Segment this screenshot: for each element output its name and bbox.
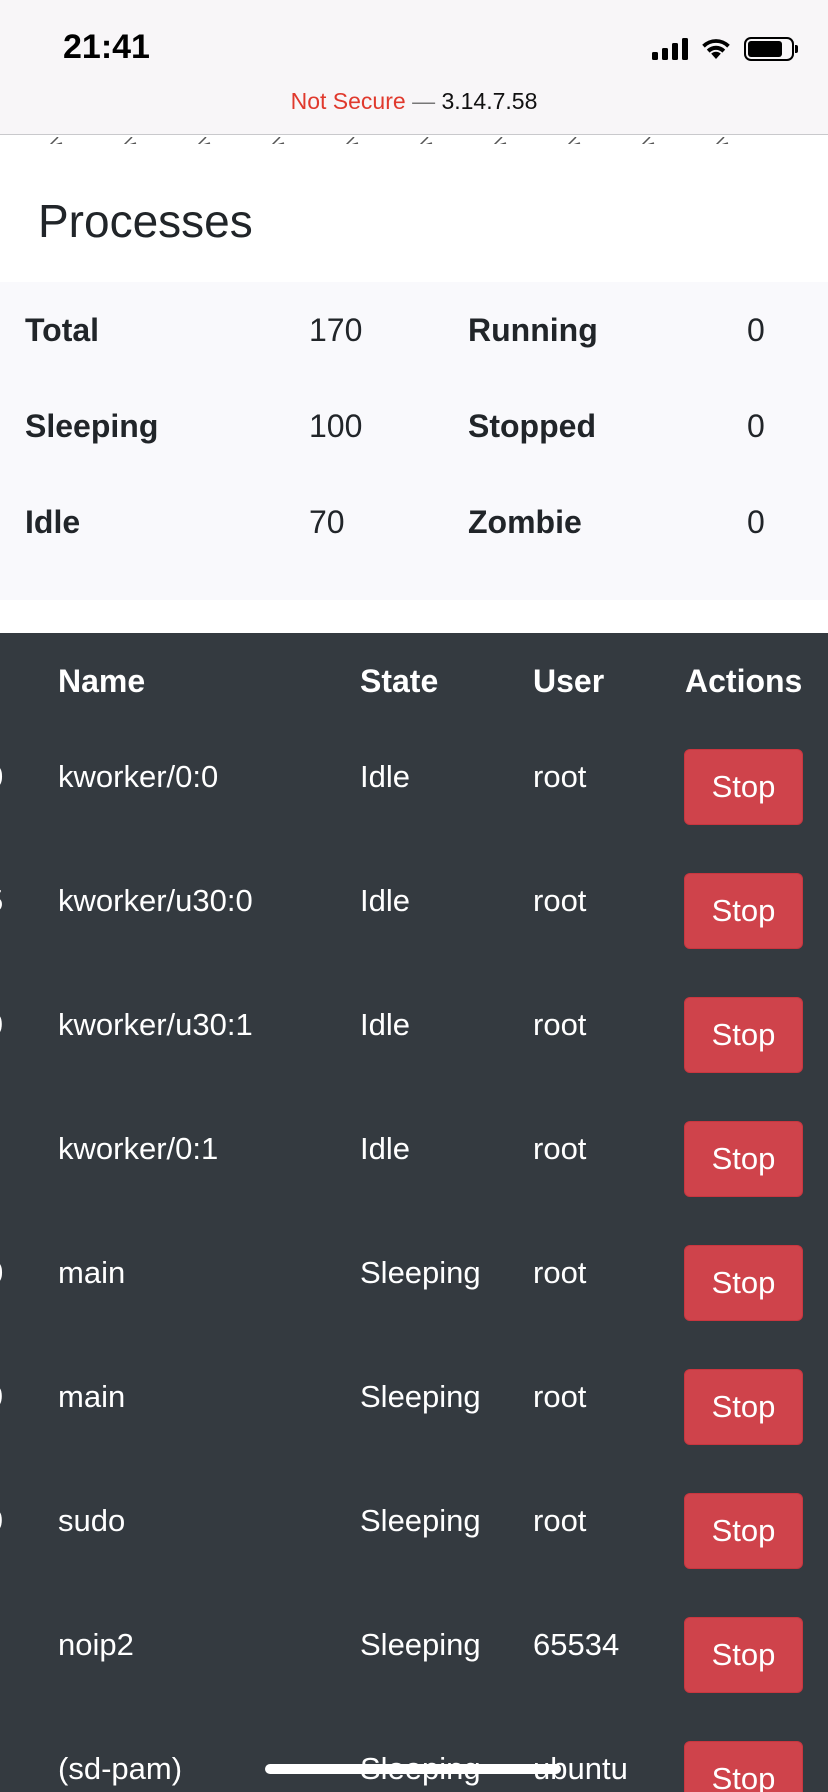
status-time: 21:41: [63, 28, 150, 66]
page-title: Processes: [38, 195, 253, 247]
url-bar[interactable]: Not Secure — 3.14.7.58: [0, 88, 828, 115]
summary-label: Sleeping: [25, 408, 159, 444]
process-user-cell: root: [533, 1255, 587, 1290]
pid-cell: 5: [0, 853, 3, 949]
stop-process-button[interactable]: Stop: [684, 749, 803, 825]
pid-cell: 0: [0, 729, 3, 825]
process-user-cell: 65534: [533, 1627, 620, 1662]
process-name-cell: main: [58, 1255, 126, 1290]
process-user-cell: root: [533, 1131, 587, 1166]
process-state-cell: Sleeping: [360, 1255, 481, 1290]
browser-chrome: 21:41 Not Secure — 3.14.7.58: [0, 0, 828, 135]
process-user-cell: ubuntu: [533, 1751, 628, 1786]
wifi-icon: [702, 39, 730, 59]
summary-value: 0: [747, 312, 765, 348]
process-name-cell: kworker/0:0: [58, 759, 219, 794]
process-state-cell: Sleeping: [360, 1503, 481, 1538]
summary-row: Total 170 Running 0: [0, 282, 828, 378]
battery-icon: [744, 37, 798, 61]
pid-cell: 9: [0, 977, 3, 1073]
chart-tick-mark: [197, 136, 211, 144]
summary-label: Idle: [25, 504, 81, 540]
url-separator: —: [412, 88, 436, 114]
home-indicator: [265, 1764, 561, 1774]
column-header-user[interactable]: User: [533, 633, 604, 729]
chart-tick-mark: [419, 136, 433, 144]
url-host: 3.14.7.58: [441, 88, 538, 114]
summary-value: 70: [309, 504, 345, 540]
chart-tick-mark: [715, 136, 729, 144]
summary-value: 170: [309, 312, 363, 348]
chart-tick-mark: [345, 136, 359, 144]
cellular-signal-icon: [652, 38, 688, 60]
pid-cell: 0: [0, 1225, 3, 1321]
summary-label: Total: [25, 312, 100, 348]
table-header-row: Name State User Actions: [0, 633, 828, 729]
summary-row: Idle 70 Zombie 0: [0, 474, 828, 570]
chart-tick-mark: [641, 136, 655, 144]
summary-value: 100: [309, 408, 363, 444]
not-secure-label: Not Secure: [290, 88, 406, 114]
process-state-cell: Sleeping: [360, 1721, 481, 1792]
stop-process-button[interactable]: Stop: [684, 1493, 803, 1569]
stop-process-button[interactable]: Stop: [684, 1245, 803, 1321]
process-state-cell: Idle: [360, 1131, 410, 1166]
table-row: (sd-pam) Sleeping ubuntu Stop: [0, 1721, 828, 1792]
summary-value: 0: [747, 504, 765, 540]
process-name-cell: noip2: [58, 1627, 134, 1662]
table-row: 9 sudo Sleeping root Stop: [0, 1473, 828, 1597]
process-name-cell: sudo: [58, 1503, 126, 1538]
process-table: Name State User Actions 0 kworker/0:0 Idle…: [0, 633, 828, 1792]
pid-cell: 9: [0, 1349, 3, 1445]
column-header-actions: Actions: [685, 663, 803, 699]
stop-process-button[interactable]: Stop: [684, 1369, 803, 1445]
table-row: 0 main Sleeping root Stop: [0, 1225, 828, 1349]
process-name-cell: kworker/0:1: [58, 1131, 219, 1166]
process-state-cell: Idle: [360, 759, 410, 794]
browser-page: 21:41 Not Secure — 3.14.7.58 Processes T…: [0, 0, 828, 1792]
process-user-cell: root: [533, 1007, 587, 1042]
column-header-state[interactable]: State: [360, 633, 438, 729]
stop-process-button[interactable]: Stop: [684, 997, 803, 1073]
chart-tick-mark: [567, 136, 581, 144]
process-user-cell: root: [533, 759, 587, 794]
process-state-cell: Idle: [360, 1007, 410, 1042]
process-user-cell: root: [533, 883, 587, 918]
summary-label: Running: [468, 312, 598, 348]
pid-cell: 9: [0, 1473, 3, 1569]
table-row: noip2 Sleeping 65534 Stop: [0, 1597, 828, 1721]
chart-tick-mark: [271, 136, 285, 144]
process-state-cell: Sleeping: [360, 1379, 481, 1414]
process-user-cell: root: [533, 1379, 587, 1414]
clipped-chart-strip: [0, 134, 828, 144]
summary-label: Zombie: [468, 504, 582, 540]
process-name-cell: main: [58, 1379, 126, 1414]
process-summary-table: Total 170 Running 0 Sleeping 100 Stopped 0 Idle 7…: [0, 282, 828, 600]
stop-process-button[interactable]: Stop: [684, 1121, 803, 1197]
column-header-name[interactable]: Name: [58, 633, 145, 729]
stop-process-button[interactable]: Stop: [684, 1617, 803, 1693]
table-row: 9 kworker/u30:1 Idle root Stop: [0, 977, 828, 1101]
table-row: 9 main Sleeping root Stop: [0, 1349, 828, 1473]
table-row: 0 kworker/0:0 Idle root Stop: [0, 729, 828, 853]
summary-row: Sleeping 100 Stopped 0: [0, 378, 828, 474]
chart-tick-mark: [493, 136, 507, 144]
chart-tick-mark: [49, 136, 63, 144]
chart-tick-mark: [123, 136, 137, 144]
stop-process-button[interactable]: Stop: [684, 873, 803, 949]
summary-value: 0: [747, 408, 765, 444]
process-name-cell: kworker/u30:0: [58, 883, 253, 918]
process-state-cell: Sleeping: [360, 1627, 481, 1662]
process-name-cell: kworker/u30:1: [58, 1007, 253, 1042]
process-user-cell: root: [533, 1503, 587, 1538]
process-name-cell: (sd-pam): [58, 1751, 183, 1786]
table-row: kworker/0:1 Idle root Stop: [0, 1101, 828, 1225]
table-row: 5 kworker/u30:0 Idle root Stop: [0, 853, 828, 977]
stop-process-button[interactable]: Stop: [684, 1741, 803, 1792]
summary-label: Stopped: [468, 408, 596, 444]
status-icons: [652, 36, 798, 62]
process-state-cell: Idle: [360, 883, 410, 918]
